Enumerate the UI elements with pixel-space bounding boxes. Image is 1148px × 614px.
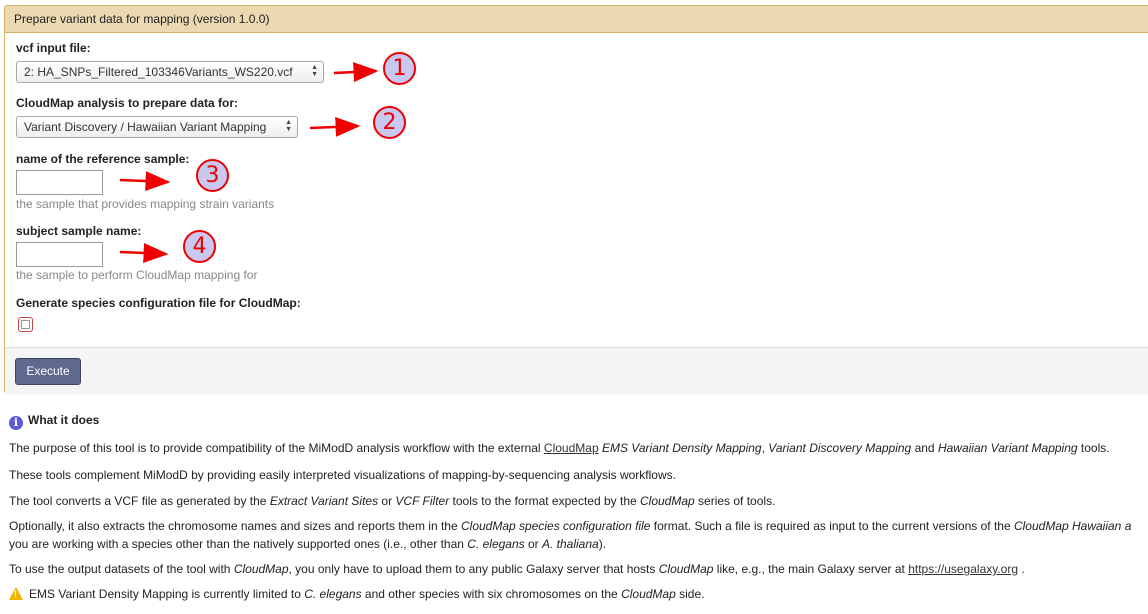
analysis-label: CloudMap analysis to prepare data for: (16, 96, 239, 110)
help-paragraph-2: These tools complement MiModD by providi… (9, 468, 676, 482)
help-paragraph-4: Optionally, it also extracts the chromos… (9, 519, 1132, 533)
warning-icon: ! (9, 587, 23, 600)
help-paragraph-3: The tool converts a VCF file as generate… (9, 494, 776, 508)
help-heading: i What it does (9, 413, 99, 430)
select-arrows-icon: ▲ ▼ (285, 119, 292, 133)
analysis-select[interactable]: Variant Discovery / Hawaiian Variant Map… (16, 116, 298, 138)
species-config-label: Generate species configuration file for … (16, 296, 301, 310)
vcf-input-value: 2: HA_SNPs_Filtered_103346Variants_WS220… (24, 65, 293, 79)
reference-sample-input[interactable] (16, 170, 103, 195)
help-heading-text: What it does (28, 413, 100, 427)
info-icon: i (9, 416, 23, 430)
vcf-input-label: vcf input file: (16, 41, 91, 55)
subject-sample-help: the sample to perform CloudMap mapping f… (16, 268, 258, 282)
reference-sample-help: the sample that provides mapping strain … (16, 197, 275, 211)
execute-button[interactable]: Execute (15, 358, 81, 385)
help-warning: ! EMS Variant Density Mapping is currentl… (9, 587, 704, 601)
subject-sample-input[interactable] (16, 242, 103, 267)
reference-sample-label: name of the reference sample: (16, 152, 190, 166)
help-paragraph-1: The purpose of this tool is to provide c… (9, 441, 1110, 455)
form-footer: Execute (5, 347, 1148, 395)
species-config-checkbox[interactable] (18, 317, 33, 332)
tool-form: Prepare variant data for mapping (versio… (4, 5, 1148, 395)
help-paragraph-4-cont: you are working with a species other tha… (9, 537, 607, 551)
vcf-input-select[interactable]: 2: HA_SNPs_Filtered_103346Variants_WS220… (16, 61, 324, 83)
select-arrows-icon: ▲ ▼ (311, 64, 318, 78)
cloudmap-link[interactable]: CloudMap (544, 441, 599, 455)
help-paragraph-5: To use the output datasets of the tool w… (9, 562, 1025, 576)
analysis-value: Variant Discovery / Hawaiian Variant Map… (24, 120, 267, 134)
usegalaxy-link[interactable]: https://usegalaxy.org (908, 562, 1018, 576)
tool-title: Prepare variant data for mapping (versio… (5, 6, 1148, 33)
subject-sample-label: subject sample name: (16, 224, 142, 238)
